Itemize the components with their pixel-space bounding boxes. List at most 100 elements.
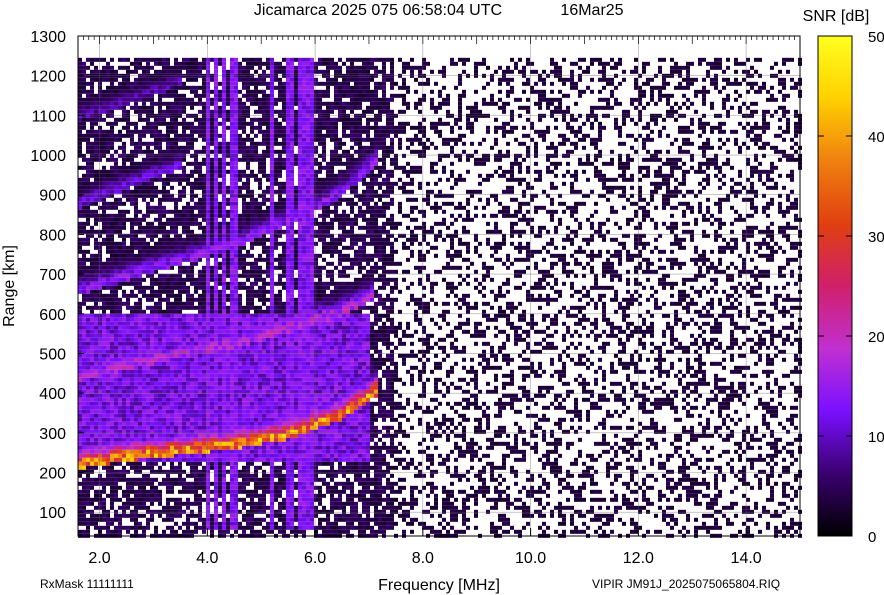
- heatmap-cell: [198, 497, 202, 502]
- heatmap-cell: [238, 509, 242, 514]
- heatmap-cell: [150, 373, 154, 378]
- heatmap-cell: [126, 497, 130, 502]
- heatmap-cell: [78, 145, 82, 150]
- heatmap-cell: [146, 461, 150, 466]
- heatmap-cell: [90, 289, 94, 294]
- heatmap-cell: [218, 237, 222, 242]
- heatmap-cell: [166, 393, 170, 398]
- heatmap-cell: [102, 353, 106, 358]
- heatmap-cell: [222, 529, 226, 534]
- heatmap-cell: [106, 121, 110, 126]
- heatmap-cell: [218, 525, 222, 530]
- heatmap-cell: [94, 113, 98, 118]
- heatmap-cell: [130, 381, 134, 386]
- heatmap-cell: [110, 133, 114, 138]
- heatmap-cell: [134, 337, 138, 342]
- heatmap-cell: [94, 149, 98, 154]
- heatmap-cell: [202, 353, 206, 358]
- heatmap-cell: [146, 477, 150, 482]
- heatmap-cell: [210, 433, 214, 438]
- heatmap-cell: [118, 417, 122, 422]
- heatmap-cell: [142, 269, 146, 274]
- heatmap-cell: [202, 57, 206, 62]
- heatmap-cell: [186, 473, 190, 478]
- heatmap-cell: [166, 437, 170, 442]
- heatmap-cell: [206, 69, 210, 74]
- heatmap-cell: [150, 237, 154, 242]
- heatmap-cell: [102, 153, 106, 158]
- heatmap-cell: [266, 477, 270, 482]
- heatmap-cell: [238, 385, 242, 390]
- heatmap-cell: [98, 365, 102, 370]
- heatmap-cell: [90, 181, 94, 186]
- heatmap-cell: [114, 453, 118, 458]
- heatmap-cell: [190, 133, 194, 138]
- heatmap-cell: [262, 413, 266, 418]
- heatmap-cell: [194, 413, 198, 418]
- heatmap-cell: [238, 429, 242, 434]
- heatmap-cell: [214, 425, 218, 430]
- heatmap-cell: [134, 445, 138, 450]
- heatmap-cell: [170, 461, 174, 466]
- heatmap-cell: [182, 477, 186, 482]
- heatmap-cell: [94, 97, 98, 102]
- heatmap-cell: [178, 361, 182, 366]
- heatmap-cell: [126, 313, 130, 318]
- heatmap-cell: [90, 169, 94, 174]
- heatmap-cell: [202, 157, 206, 162]
- heatmap-cell: [230, 317, 234, 322]
- heatmap-cell: [102, 505, 106, 510]
- heatmap-cell: [214, 97, 218, 102]
- heatmap-cell: [118, 89, 122, 94]
- heatmap-cell: [130, 413, 134, 418]
- heatmap-cell: [242, 317, 246, 322]
- heatmap-cell: [230, 301, 234, 306]
- heatmap-cell: [126, 457, 130, 462]
- heatmap-cell: [230, 357, 234, 362]
- heatmap-cell: [230, 293, 234, 298]
- heatmap-cell: [86, 321, 90, 326]
- heatmap-cell: [186, 245, 190, 250]
- heatmap-cell: [122, 213, 126, 218]
- heatmap-cell: [210, 405, 214, 410]
- heatmap-cell: [110, 221, 114, 226]
- heatmap-cell: [158, 249, 162, 254]
- heatmap-cell: [90, 117, 94, 122]
- heatmap-cell: [270, 125, 274, 130]
- heatmap-cell: [114, 321, 118, 326]
- heatmap-cell: [82, 253, 86, 258]
- heatmap-cell: [150, 345, 154, 350]
- heatmap-cell: [130, 393, 134, 398]
- heatmap-cell: [90, 113, 94, 118]
- heatmap-cell: [218, 249, 222, 254]
- heatmap-cell: [250, 253, 254, 258]
- heatmap-cell: [270, 117, 274, 122]
- heatmap-cell: [262, 369, 266, 374]
- heatmap-cell: [226, 85, 230, 90]
- heatmap-cell: [134, 373, 138, 378]
- heatmap-cell: [238, 373, 242, 378]
- heatmap-cell: [206, 453, 210, 458]
- heatmap-cell: [166, 253, 170, 258]
- heatmap-cell: [230, 61, 234, 66]
- heatmap-cell: [190, 217, 194, 222]
- heatmap-cell: [146, 429, 150, 434]
- heatmap-cell: [138, 217, 142, 222]
- heatmap-cell: [178, 429, 182, 434]
- heatmap-cell: [134, 261, 138, 266]
- heatmap-cell: [142, 513, 146, 518]
- heatmap-cell: [130, 181, 134, 186]
- heatmap-cell: [166, 281, 170, 286]
- heatmap-cell: [110, 181, 114, 186]
- heatmap-cell: [254, 265, 258, 270]
- heatmap-cell: [106, 225, 110, 230]
- heatmap-cell: [110, 325, 114, 330]
- heatmap-cell: [170, 169, 174, 174]
- heatmap-cell: [186, 177, 190, 182]
- heatmap-cell: [250, 269, 254, 274]
- heatmap-cell: [90, 297, 94, 302]
- heatmap-cell: [234, 205, 238, 210]
- heatmap-cell: [198, 165, 202, 170]
- heatmap-cell: [134, 317, 138, 322]
- heatmap-cell: [158, 161, 162, 166]
